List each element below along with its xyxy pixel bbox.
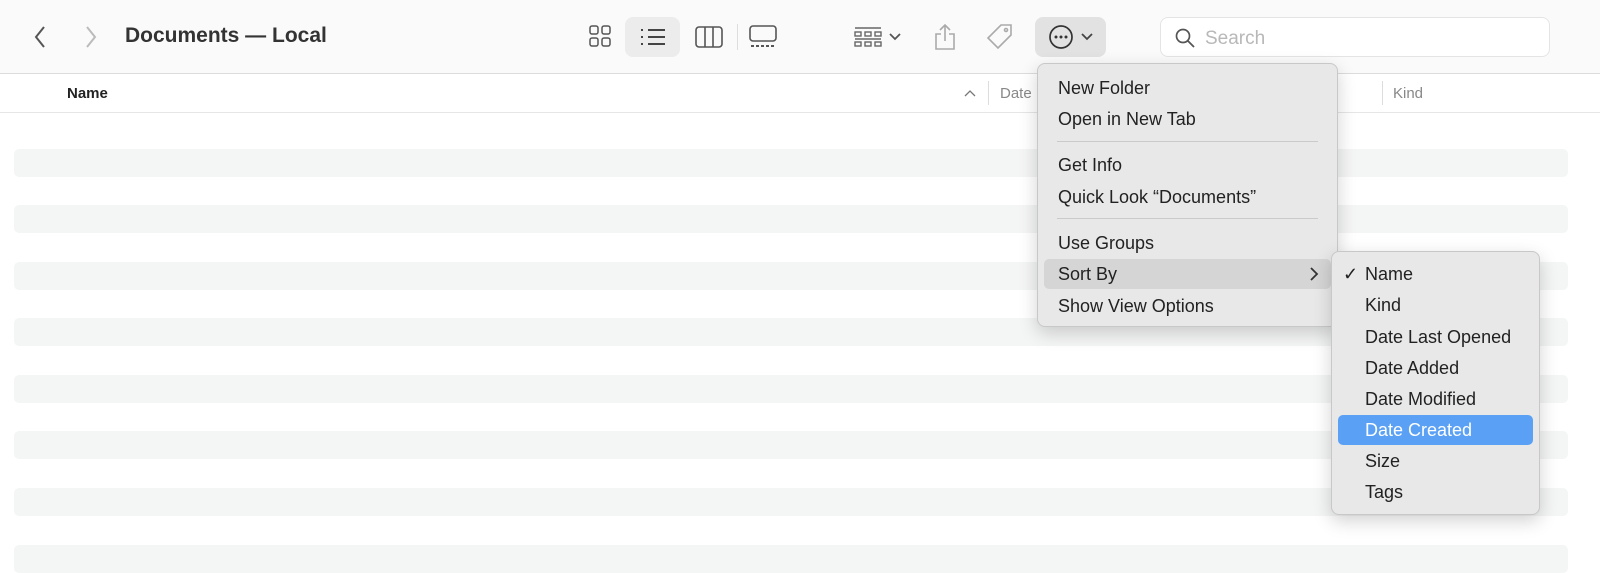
search-field[interactable]: Search <box>1160 17 1550 57</box>
icon-view-button[interactable] <box>582 17 618 55</box>
share-icon <box>935 23 955 50</box>
menu-item-use-groups[interactable]: Use Groups <box>1044 228 1331 258</box>
chevron-down-icon <box>889 33 901 41</box>
menu-item-open-in-new-tab[interactable]: Open in New Tab <box>1044 104 1331 134</box>
column-date[interactable]: Date <box>1000 85 1032 102</box>
grid-icon <box>589 25 611 47</box>
forward-button[interactable] <box>75 20 107 54</box>
column-divider <box>1382 81 1383 105</box>
window-title: Documents — Local <box>125 24 327 47</box>
tag-icon <box>986 24 1012 50</box>
chevron-left-icon <box>34 26 45 48</box>
sort-item-size[interactable]: Size <box>1338 446 1533 476</box>
group-button[interactable] <box>848 17 908 57</box>
chevron-right-icon <box>86 26 97 48</box>
action-menu-button[interactable] <box>1035 17 1106 57</box>
menu-separator <box>1057 141 1318 142</box>
column-header: Name Date Kind <box>0 75 1600 113</box>
column-kind[interactable]: Kind <box>1393 85 1423 102</box>
column-name[interactable]: Name <box>67 85 108 102</box>
sort-by-submenu: ✓ Name Kind Date Last Opened Date Added … <box>1331 251 1540 515</box>
columns-icon <box>695 26 723 48</box>
menu-separator <box>1057 218 1318 219</box>
action-menu: New Folder Open in New Tab Get Info Quic… <box>1037 63 1338 327</box>
menu-item-sort-by[interactable]: Sort By <box>1044 259 1331 289</box>
search-placeholder: Search <box>1205 28 1266 49</box>
share-button[interactable] <box>928 17 962 57</box>
menu-item-get-info[interactable]: Get Info <box>1044 150 1331 180</box>
gallery-icon <box>749 25 777 47</box>
chevron-down-icon <box>1080 33 1093 41</box>
sort-ascending-icon <box>964 90 976 97</box>
gallery-view-button[interactable] <box>744 17 782 57</box>
list-view-button[interactable] <box>625 17 680 57</box>
sort-item-date-modified[interactable]: Date Modified <box>1338 384 1533 414</box>
ellipsis-circle-icon <box>1048 25 1073 49</box>
sort-item-kind[interactable]: Kind <box>1338 290 1533 320</box>
sort-item-date-last-opened[interactable]: Date Last Opened <box>1338 322 1533 352</box>
sort-item-date-added[interactable]: Date Added <box>1338 353 1533 383</box>
tag-button[interactable] <box>982 17 1018 57</box>
group-icon <box>854 27 882 47</box>
menu-item-label: Sort By <box>1058 264 1118 284</box>
column-divider <box>988 81 989 105</box>
menu-item-quick-look[interactable]: Quick Look “Documents” <box>1044 182 1331 212</box>
back-button[interactable] <box>24 20 56 54</box>
list-icon <box>640 29 665 45</box>
menu-item-new-folder[interactable]: New Folder <box>1044 73 1331 103</box>
sort-item-tags[interactable]: Tags <box>1338 477 1533 507</box>
column-view-button[interactable] <box>690 17 728 57</box>
search-icon <box>1175 28 1195 48</box>
sort-item-date-created[interactable]: Date Created <box>1338 415 1533 445</box>
toolbar-divider <box>737 24 738 50</box>
chevron-right-icon <box>1310 267 1319 281</box>
toolbar: Documents — Local Search <box>0 0 1600 74</box>
menu-item-show-view-options[interactable]: Show View Options <box>1044 291 1331 321</box>
sort-item-name[interactable]: Name <box>1338 259 1533 289</box>
